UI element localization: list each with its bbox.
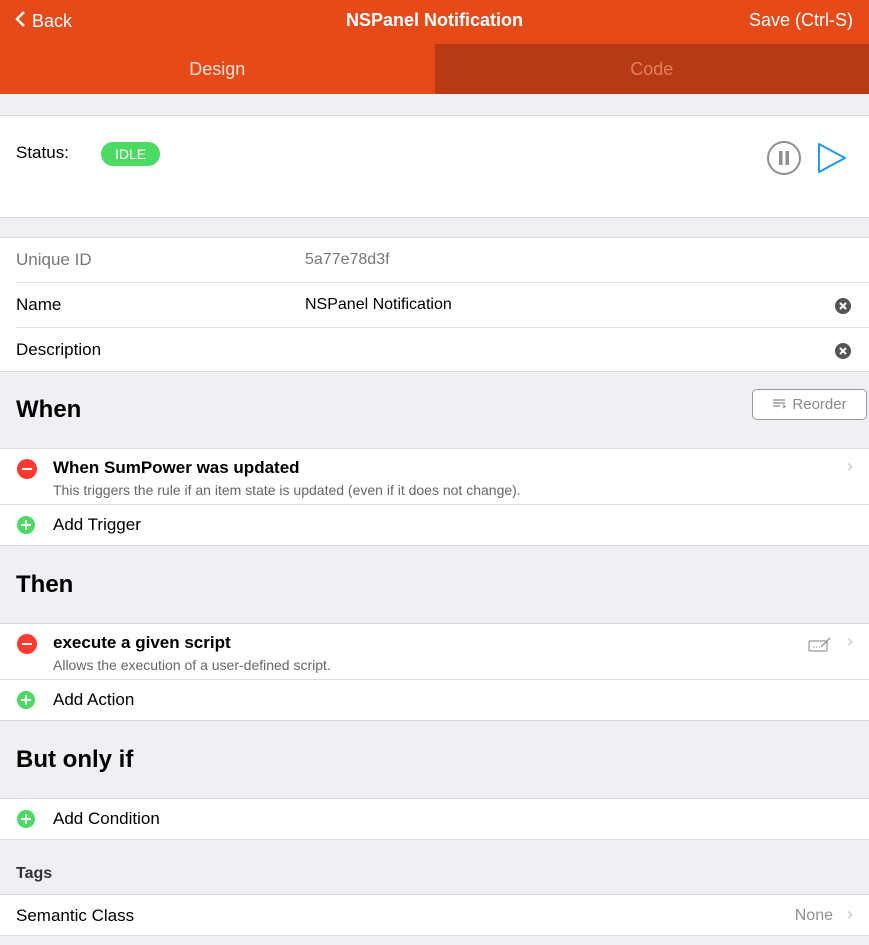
chevron-right-icon: › — [847, 631, 853, 651]
reorder-label: Reorder — [792, 396, 847, 413]
semantic-class-value: None — [794, 907, 833, 924]
add-trigger-icon — [17, 516, 35, 534]
clear-icon — [835, 343, 851, 359]
rule-info-card: Unique ID 5a77e78d3f Name NSPanel Notifi… — [0, 237, 869, 372]
clear-description-button[interactable] — [834, 342, 852, 360]
conditions-section-title: But only if — [16, 746, 134, 773]
reorder-button[interactable]: Reorder — [752, 389, 867, 420]
then-section-title: Then — [16, 571, 74, 598]
add-action-row[interactable]: Add Action — [0, 679, 869, 721]
add-condition-icon — [17, 810, 35, 828]
trigger-item[interactable]: When SumPower was updated This triggers … — [0, 448, 869, 504]
pause-button[interactable] — [766, 140, 802, 176]
tab-design[interactable]: Design — [0, 44, 435, 94]
back-button[interactable]: Back — [14, 10, 72, 33]
action-title: execute a given script — [53, 633, 231, 652]
add-action-icon — [17, 691, 35, 709]
save-button[interactable]: Save (Ctrl-S) — [749, 10, 853, 31]
add-condition-label: Add Condition — [53, 809, 160, 828]
trigger-description: This triggers the rule if an item state … — [53, 482, 521, 498]
script-edit-icon — [808, 636, 832, 657]
action-item[interactable]: execute a given script Allows the execut… — [0, 623, 869, 679]
run-button[interactable] — [815, 141, 849, 175]
trigger-title: When SumPower was updated — [53, 458, 300, 477]
status-badge: IDLE — [101, 142, 161, 166]
name-row[interactable]: Name NSPanel Notification — [0, 283, 869, 328]
reorder-icon — [772, 396, 787, 413]
tab-code[interactable]: Code — [434, 44, 869, 94]
page-title: NSPanel Notification — [345, 10, 524, 30]
pause-icon — [767, 141, 801, 175]
tags-label: Tags — [16, 865, 53, 882]
add-trigger-label: Add Trigger — [53, 515, 141, 534]
tab-bar: Design Code — [0, 44, 869, 94]
add-trigger-row[interactable]: Add Trigger — [0, 504, 869, 546]
play-icon — [818, 143, 846, 173]
description-label: Description — [16, 340, 102, 359]
back-label: Back — [32, 11, 73, 31]
remove-action-button[interactable] — [17, 634, 37, 654]
semantic-class-label: Semantic Class — [16, 906, 135, 925]
semantic-class-row[interactable]: Semantic Class None › — [0, 894, 869, 936]
unique-id-label: Unique ID — [16, 250, 92, 269]
unique-id-value: 5a77e78d3f — [305, 251, 390, 268]
when-section-title: When — [16, 396, 82, 423]
clear-name-button[interactable] — [834, 297, 852, 315]
action-description: Allows the execution of a user-defined s… — [53, 657, 331, 673]
chevron-right-icon: › — [847, 456, 853, 476]
description-row[interactable]: Description — [0, 328, 869, 373]
chevron-left-icon — [14, 10, 26, 33]
chevron-right-icon: › — [847, 904, 853, 924]
name-label: Name — [16, 295, 62, 314]
clear-icon — [835, 298, 851, 314]
name-field[interactable]: NSPanel Notification — [305, 296, 452, 314]
unique-id-row: Unique ID 5a77e78d3f — [0, 238, 869, 283]
remove-trigger-button[interactable] — [17, 459, 37, 479]
status-label: Status: — [16, 143, 69, 162]
navbar: Back NSPanel Notification Save (Ctrl-S) — [0, 0, 869, 44]
status-card: Status: IDLE — [0, 115, 869, 218]
add-condition-row[interactable]: Add Condition — [0, 798, 869, 840]
add-action-label: Add Action — [53, 690, 135, 709]
